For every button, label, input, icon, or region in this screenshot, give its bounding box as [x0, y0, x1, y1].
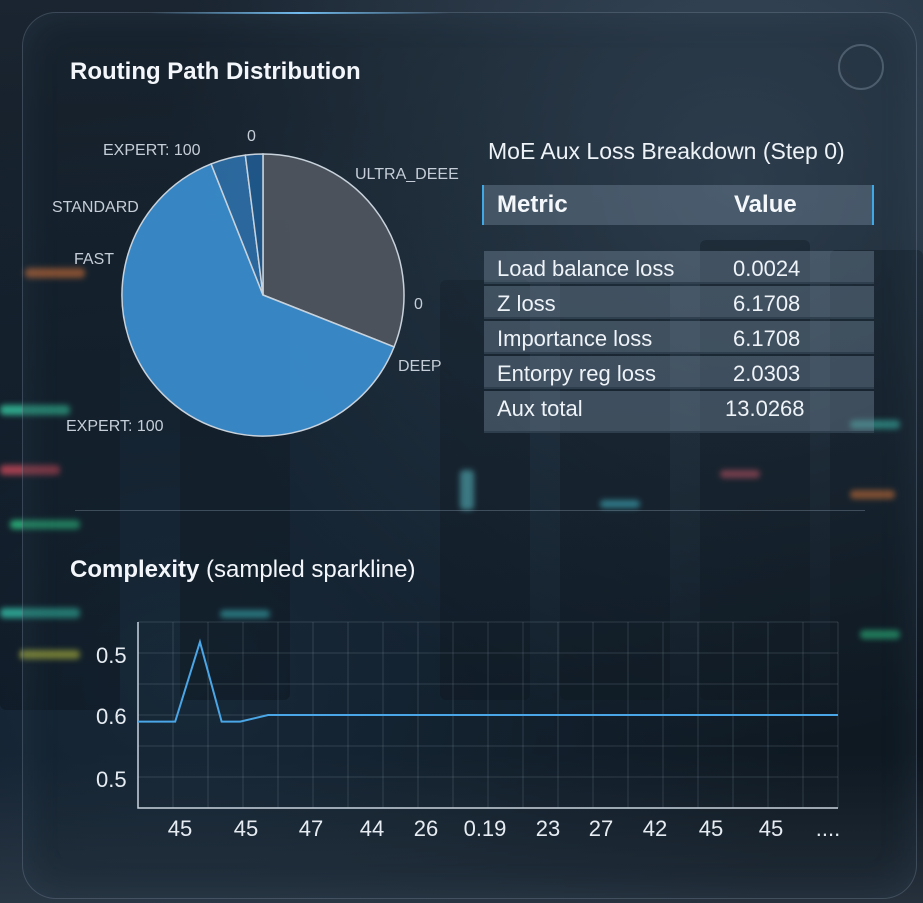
x-tick-label: 45 [758, 816, 784, 841]
header-value: Value [734, 191, 797, 218]
row-metric: Importance loss [497, 326, 653, 351]
header-metric: Metric [497, 191, 568, 218]
row-value: 0.0024 [733, 256, 801, 281]
sparkline-title-rest: (sampled sparkline) [199, 556, 416, 583]
pie-label-deep: DEEP [398, 358, 442, 375]
row-metric: Entorpy reg loss [497, 361, 656, 386]
table-row: Importance loss 6.1708 [484, 321, 874, 354]
aux-table-header: Metric Value [482, 185, 874, 225]
table-row: Z loss 6.1708 [484, 286, 874, 319]
x-tick-label: 26 [413, 816, 439, 841]
y-tick-label: 0.5 [96, 767, 127, 792]
x-tick-label: 45 [698, 816, 724, 841]
x-tick-label: 23 [535, 816, 561, 841]
table-row: Load balance loss 0.0024 [484, 251, 874, 284]
panel-edge-glow [150, 12, 450, 14]
row-value: 6.1708 [733, 291, 801, 316]
pie-chart-title: Routing Path Distribution [70, 58, 361, 85]
pie-label-fast: FAST [74, 251, 115, 268]
row-value: 6.1708 [733, 326, 801, 351]
table-row: Entorpy reg loss 2.0303 [484, 356, 874, 389]
y-tick-label: 0.6 [96, 704, 127, 729]
row-metric: Load balance loss [497, 256, 675, 281]
row-value: 13.0268 [725, 396, 805, 421]
x-tick-label: .... [815, 816, 841, 841]
pie-label-zero-right: 0 [414, 296, 423, 313]
sparkline-title-bold: Complexity [70, 556, 200, 583]
x-tick-label: 45 [167, 816, 193, 841]
pie-label-ultra-deep: ULTRA_DEEE [355, 166, 459, 183]
section-divider [75, 510, 865, 511]
row-value: 2.0303 [733, 361, 801, 386]
pie-label-expert-top: EXPERT: 100 [103, 142, 201, 159]
complexity-sparkline [137, 621, 839, 809]
routing-pie-chart [121, 153, 405, 437]
x-tick-label: 45 [233, 816, 259, 841]
row-metric: Aux total [497, 396, 583, 421]
row-metric: Z loss [497, 291, 556, 316]
pie-label-expert-bottom: EXPERT: 100 [66, 418, 164, 435]
aux-table-title: MoE Aux Loss Breakdown (Step 0) [488, 138, 845, 164]
x-tick-label: 27 [588, 816, 614, 841]
y-tick-label: 0.5 [96, 643, 127, 668]
x-tick-label: 44 [359, 816, 385, 841]
pie-label-standard: STANDARD [52, 199, 139, 216]
x-tick-label: 0.19 [463, 816, 507, 841]
sparkline-title: Complexity (sampled sparkline) [70, 556, 415, 584]
x-tick-label: 47 [298, 816, 324, 841]
corner-ring-icon [838, 44, 884, 90]
table-row: Aux total 13.0268 [484, 391, 874, 433]
pie-label-zero-top: 0 [247, 128, 256, 145]
x-tick-label: 42 [642, 816, 668, 841]
